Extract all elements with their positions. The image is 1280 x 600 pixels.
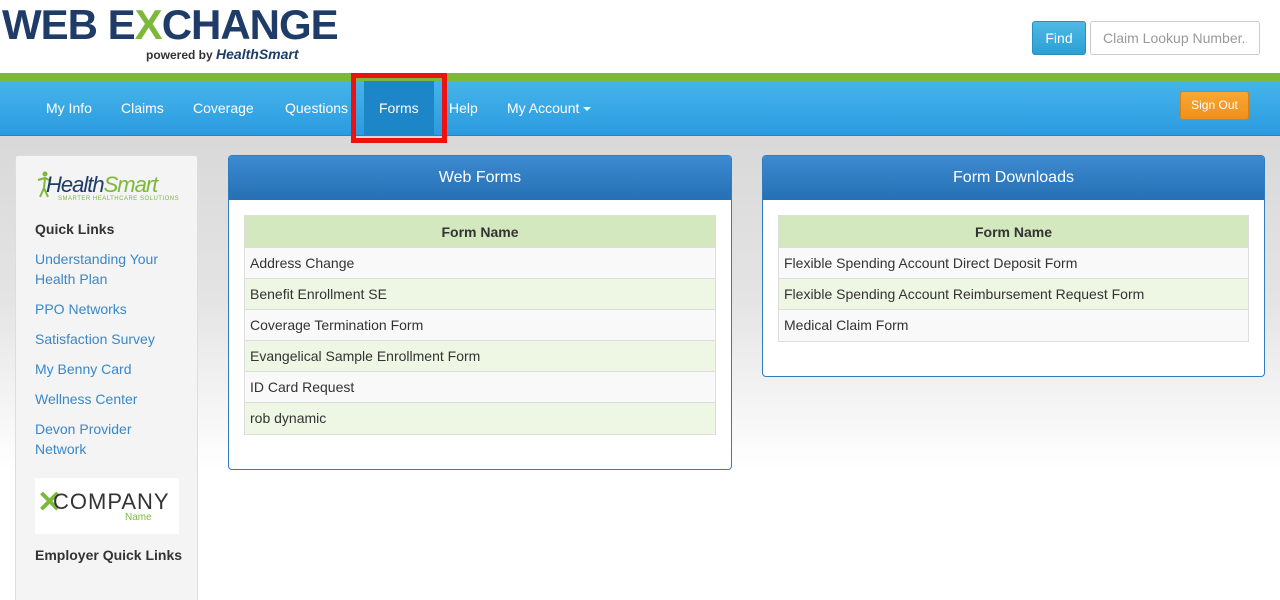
logo-wordmark: WEB EXCHANGE: [2, 1, 339, 48]
main-navbar: My Info Claims Coverage Questions Forms …: [0, 81, 1280, 136]
table-row[interactable]: Address Change: [245, 248, 715, 279]
link-devon-provider-network[interactable]: Devon Provider Network: [35, 419, 185, 459]
link-my-benny-card[interactable]: My Benny Card: [35, 359, 185, 379]
link-ppo-networks[interactable]: PPO Networks: [35, 299, 185, 319]
nav-coverage[interactable]: Coverage: [178, 81, 269, 136]
web-forms-table: Form Name Address Change Benefit Enrollm…: [244, 215, 716, 435]
company-logo-name: Name: [125, 512, 152, 523]
nav-my-info[interactable]: My Info: [31, 81, 107, 136]
nav-my-account[interactable]: My Account: [492, 81, 606, 136]
logo-powered-by: powered by HealthSmart: [146, 46, 299, 62]
sign-out-button[interactable]: Sign Out: [1180, 91, 1249, 120]
table-row[interactable]: Flexible Spending Account Direct Deposit…: [779, 248, 1248, 279]
table-row[interactable]: Benefit Enrollment SE: [245, 279, 715, 310]
company-logo-word: COMPANY: [53, 489, 170, 514]
form-downloads-table: Form Name Flexible Spending Account Dire…: [778, 215, 1249, 342]
find-button[interactable]: Find: [1032, 21, 1086, 55]
table-row[interactable]: ID Card Request: [245, 372, 715, 403]
link-wellness-center[interactable]: Wellness Center: [35, 389, 185, 409]
table-row[interactable]: Coverage Termination Form: [245, 310, 715, 341]
company-logo: ✕ COMPANY Name: [35, 478, 179, 534]
quick-links-heading: Quick Links: [35, 221, 115, 237]
header: WEB EXCHANGE powered by HealthSmart Find: [0, 0, 1280, 73]
caret-down-icon: [583, 107, 592, 112]
form-downloads-column-header: Form Name: [779, 216, 1248, 248]
web-forms-column-header: Form Name: [245, 216, 715, 248]
table-row[interactable]: Evangelical Sample Enrollment Form: [245, 341, 715, 372]
employer-quick-links-heading: Employer Quick Links: [35, 547, 183, 563]
web-forms-title: Web Forms: [229, 156, 731, 200]
nav-questions[interactable]: Questions: [270, 81, 363, 136]
table-row[interactable]: rob dynamic: [245, 403, 715, 434]
nav-forms[interactable]: Forms: [364, 81, 434, 136]
nav-help[interactable]: Help: [434, 81, 493, 136]
nav-my-account-label: My Account: [507, 100, 580, 116]
sidebar: HealthSmart SMARTER HEALTHCARE SOLUTIONS…: [15, 155, 198, 600]
link-satisfaction-survey[interactable]: Satisfaction Survey: [35, 329, 185, 349]
link-understanding-health-plan[interactable]: Understanding Your Health Plan: [35, 249, 185, 289]
healthsmart-logo: HealthSmart SMARTER HEALTHCARE SOLUTIONS: [36, 170, 186, 210]
table-row[interactable]: Flexible Spending Account Reimbursement …: [779, 279, 1248, 310]
web-exchange-logo[interactable]: WEB EXCHANGE powered by HealthSmart: [2, 4, 339, 68]
table-row[interactable]: Medical Claim Form: [779, 310, 1248, 341]
healthsmart-wordmark: HealthSmart: [46, 172, 158, 197]
form-downloads-panel: Form Downloads Form Name Flexible Spendi…: [762, 155, 1265, 377]
header-divider: [0, 73, 1280, 81]
claim-lookup-input[interactable]: [1090, 21, 1260, 55]
form-downloads-title: Form Downloads: [763, 156, 1264, 200]
web-forms-panel: Web Forms Form Name Address Change Benef…: [228, 155, 732, 470]
healthsmart-tagline: SMARTER HEALTHCARE SOLUTIONS: [58, 196, 180, 202]
nav-claims[interactable]: Claims: [106, 81, 179, 136]
